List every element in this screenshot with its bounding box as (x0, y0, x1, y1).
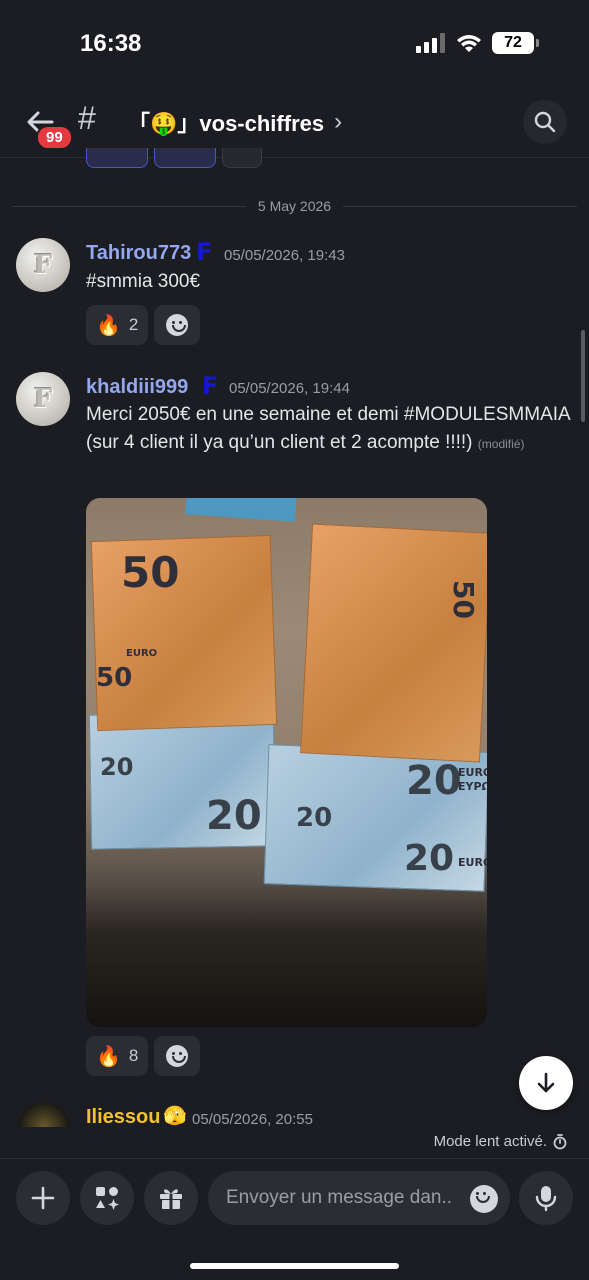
status-time: 16:38 (80, 30, 142, 57)
banknote-value: 50 (446, 580, 480, 619)
image-attachment[interactable]: 50 50 20 20 EURO 50 20 20 20 EURO EYPΩ E… (86, 498, 487, 1027)
channel-title[interactable]: 「🤑」vos-chiffres › (128, 106, 342, 138)
separator-line (12, 205, 246, 207)
search-button[interactable] (523, 100, 567, 144)
message-input[interactable]: Envoyer un message dan.. (208, 1171, 510, 1225)
edited-label: (modifié) (477, 437, 525, 451)
username[interactable]: Iliessou (86, 1106, 160, 1129)
gift-icon (160, 1189, 182, 1209)
smile-icon (166, 314, 189, 336)
banknote-50 (300, 523, 487, 763)
banknote-evro-text: EYPΩ (458, 780, 487, 793)
separator-line (343, 205, 578, 207)
chevron-right-icon: › (334, 108, 343, 135)
message-text: Merci 2050€ en une semaine et demi #MODU… (86, 401, 576, 458)
voice-message-button[interactable] (519, 1171, 573, 1225)
unread-badge: 99 (36, 125, 73, 150)
previous-reaction-chip[interactable] (154, 148, 216, 168)
banknote-value: 20 (100, 753, 134, 781)
reactions: 🔥 2 (86, 305, 201, 345)
photo-background-object (185, 498, 297, 522)
message-composer: Envoyer un message dan.. (0, 1158, 589, 1280)
banknote-value: 20 (404, 838, 455, 879)
search-icon (534, 111, 556, 133)
message-timestamp: 05/05/2026, 19:43 (224, 247, 345, 264)
apps-icon (96, 1187, 119, 1210)
fire-emoji-icon: 🔥 (96, 1045, 121, 1068)
banknote-euro-text: EURO (458, 856, 487, 869)
channel-name: 「🤑」vos-chiffres (128, 111, 325, 136)
apps-button[interactable] (80, 1171, 134, 1225)
home-indicator[interactable] (190, 1263, 399, 1269)
username[interactable]: khaldiii999 (86, 376, 188, 399)
reaction-fire[interactable]: 🔥 2 (86, 305, 149, 345)
fire-emoji-icon: 🔥 (96, 314, 121, 337)
banknote-value: 50 (121, 548, 180, 597)
slow-mode-text: Mode lent activé. (433, 1133, 547, 1150)
username[interactable]: Tahirou773 (86, 242, 191, 265)
message-timestamp: 05/05/2026, 20:55 (192, 1111, 313, 1128)
gift-button[interactable] (144, 1171, 198, 1225)
emoji-picker-icon[interactable] (470, 1185, 498, 1213)
reaction-count: 8 (128, 1046, 139, 1065)
avatar-letter: F (33, 250, 53, 280)
add-reaction-button[interactable] (154, 1036, 201, 1076)
message-input-placeholder: Envoyer un message dan.. (226, 1187, 453, 1208)
reactions: 🔥 8 (86, 1036, 201, 1076)
reaction-fire[interactable]: 🔥 8 (86, 1036, 149, 1076)
plus-icon (31, 1186, 55, 1210)
message-text: #smmia 300€ (86, 271, 201, 292)
banknote-50 (90, 534, 278, 732)
reaction-count: 2 (128, 315, 139, 334)
jump-to-bottom-button[interactable] (519, 1056, 573, 1110)
add-attachment-button[interactable] (16, 1171, 70, 1225)
banknote-value: 20 (406, 758, 462, 804)
slow-mode-notice: Mode lent activé. (434, 1133, 567, 1150)
smile-icon (166, 1045, 189, 1067)
cellular-signal-icon (416, 33, 445, 53)
previous-reaction-chip[interactable] (86, 148, 148, 168)
wifi-icon (457, 35, 481, 52)
role-icon[interactable]: F (202, 372, 218, 400)
previous-reactions (86, 148, 262, 168)
battery-indicator: 72 (492, 32, 539, 54)
message-timestamp: 05/05/2026, 19:44 (229, 380, 350, 397)
role-icon[interactable]: 🫣 (163, 1104, 187, 1127)
date-separator: 5 May 2026 (12, 196, 578, 216)
banknote-value: 20 (296, 803, 333, 833)
channel-hash-icon: # (78, 100, 96, 136)
avatar[interactable] (18, 1103, 70, 1127)
banknote-euro-text: EURO (126, 648, 158, 659)
previous-add-reaction-chip[interactable] (222, 148, 262, 168)
scrollbar[interactable] (581, 330, 585, 422)
avatar-letter: F (33, 384, 53, 414)
avatar[interactable]: F (16, 238, 70, 292)
date-label: 5 May 2026 (257, 198, 332, 214)
add-reaction-button[interactable] (154, 305, 201, 345)
avatar[interactable]: F (16, 372, 70, 426)
status-bar: 16:38 72 (0, 0, 589, 90)
arrow-down-icon (537, 1072, 555, 1093)
status-icons: 72 (416, 32, 539, 54)
banknote-value: 50 (96, 663, 133, 693)
banknote-euro-text: EURO (458, 766, 487, 779)
microphone-icon (535, 1186, 557, 1212)
stopwatch-icon (553, 1133, 567, 1149)
banknote-value: 20 (206, 793, 262, 839)
role-icon[interactable]: F (196, 238, 212, 266)
